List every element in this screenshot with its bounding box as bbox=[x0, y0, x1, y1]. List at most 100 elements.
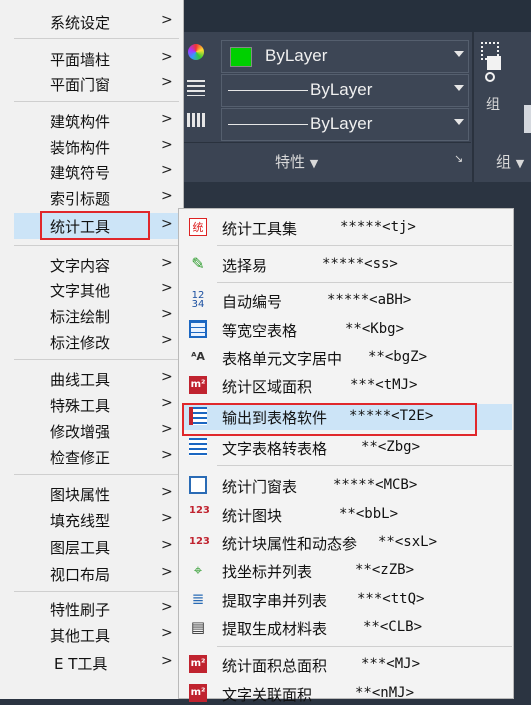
submenu-item-biaogedanyuanwenzijuzhong[interactable]: 表格单元文字居中 bbox=[222, 348, 342, 369]
menu-item-tianchongxianxing[interactable]: 填充线型 bbox=[50, 510, 110, 531]
chevron-right-icon: > bbox=[161, 447, 173, 463]
shortcut-label: **<bbL> bbox=[339, 506, 399, 522]
submenu-item-tiqushengchengcailiaobiao[interactable]: 提取生成材料表 bbox=[222, 618, 327, 639]
area-stats-icon: m² bbox=[189, 376, 207, 394]
chevron-down-icon bbox=[454, 85, 464, 91]
shortcut-label: ***<MJ> bbox=[361, 656, 421, 672]
chevron-right-icon: > bbox=[161, 49, 173, 65]
submenu-item-tongjitukuai[interactable]: 统计图块 bbox=[222, 505, 282, 526]
submenu-item-tongjiquyumianji[interactable]: 统计区域面积 bbox=[222, 376, 312, 397]
chevron-right-icon: > bbox=[161, 332, 173, 348]
menu-item-xitongsheding[interactable]: 系统设定 bbox=[50, 12, 110, 33]
submenu-item-dengkuankongbiaoge[interactable]: 等宽空表格 bbox=[222, 320, 297, 341]
menu-item-jianchaxiuzheng[interactable]: 检查修正 bbox=[50, 447, 110, 468]
menu-item-wenzineirong[interactable]: 文字内容 bbox=[50, 255, 110, 276]
select-easy-icon: ✎ bbox=[191, 254, 205, 273]
shortcut-label: **<Kbg> bbox=[345, 321, 405, 337]
chevron-down-icon: ▼ bbox=[309, 157, 319, 170]
submenu-item-wenzibiaogezhuanbiaoge[interactable]: 文字表格转表格 bbox=[222, 438, 327, 459]
submenu-item-tongjikuaishuxing[interactable]: 统计块属性和动态参 bbox=[222, 533, 357, 554]
ribbon-tab-strip bbox=[184, 0, 531, 32]
group-panel-label[interactable]: 组 ▼ bbox=[496, 151, 524, 172]
submenu-item-tongjimenchuangbiao[interactable]: 统计门窗表 bbox=[222, 476, 297, 497]
linetype-dropdown[interactable]: ByLayer bbox=[221, 74, 469, 107]
color-wheel-icon[interactable] bbox=[188, 44, 204, 60]
shortcut-label: **<CLB> bbox=[363, 619, 423, 635]
submenu-item-tongjimianjizongmianji[interactable]: 统计面积总面积 bbox=[222, 655, 327, 676]
menu-item-biaozhuhuizhi[interactable]: 标注绘制 bbox=[50, 306, 110, 327]
menu-item-tukuaishuxing[interactable]: 图块属性 bbox=[50, 484, 110, 505]
chevron-right-icon: > bbox=[161, 421, 173, 437]
lineweight-dropdown[interactable]: ByLayer bbox=[221, 108, 469, 141]
menu-item-pingmianqiangzhu[interactable]: 平面墙柱 bbox=[50, 49, 110, 70]
door-window-icon bbox=[189, 476, 207, 494]
menu-item-jianzhugoujian[interactable]: 建筑构件 bbox=[50, 111, 110, 132]
menu-item-suoyinbiaoti[interactable]: 索引标题 bbox=[50, 188, 110, 209]
cell-center-icon: ᴬA bbox=[191, 350, 205, 363]
menu-item-shikoubuju[interactable]: 视口布局 bbox=[50, 564, 110, 585]
submenu-item-tongjigongjuji[interactable]: 统计工具集 bbox=[222, 218, 297, 239]
chevron-right-icon: > bbox=[161, 537, 173, 553]
menu-item-qitagongju[interactable]: 其他工具 bbox=[50, 625, 110, 646]
chevron-right-icon: > bbox=[161, 188, 173, 204]
linetype-line bbox=[228, 90, 308, 91]
color-value: ByLayer bbox=[265, 46, 328, 65]
shortcut-label: *****<aBH> bbox=[327, 292, 412, 308]
properties-panel-label[interactable]: 特性 ▼ bbox=[275, 151, 318, 172]
shortcut-label: *****<MCB> bbox=[333, 477, 418, 493]
group-button-label[interactable]: 组 bbox=[486, 94, 500, 114]
submenu-item-zhaozuobiaobingliebiao[interactable]: 找坐标并列表 bbox=[222, 561, 312, 582]
chevron-right-icon: > bbox=[161, 369, 173, 385]
submenu-item-zidongbianhao[interactable]: 自动编号 bbox=[222, 291, 282, 312]
submenu-item-tiquzichuanbingliebiao[interactable]: 提取字串并列表 bbox=[222, 590, 327, 611]
submenu-item-xuanzeyi[interactable]: 选择易 bbox=[222, 255, 267, 276]
chevron-right-icon: > bbox=[161, 564, 173, 580]
menu-divider bbox=[14, 38, 179, 39]
menu-divider bbox=[14, 359, 179, 360]
menu-divider bbox=[14, 591, 179, 592]
shortcut-label: **<bgZ> bbox=[368, 349, 428, 365]
menu-item-xiugaizengqiang[interactable]: 修改增强 bbox=[50, 421, 110, 442]
menu-divider bbox=[14, 245, 179, 246]
chevron-down-icon: ▼ bbox=[515, 157, 525, 170]
text-link-area-icon: m² bbox=[189, 684, 207, 702]
menu-item-wenziqita[interactable]: 文字其他 bbox=[50, 280, 110, 301]
shortcut-label: **<Zbg> bbox=[361, 439, 421, 455]
menu-item-quxiangongju[interactable]: 曲线工具 bbox=[50, 369, 110, 390]
menu-item-texingshuazi[interactable]: 特性刷子 bbox=[50, 599, 110, 620]
shortcut-label: *****<ss> bbox=[322, 256, 398, 272]
menu-divider bbox=[14, 101, 179, 102]
panel-launcher-icon[interactable]: ↘ bbox=[454, 152, 463, 165]
color-dropdown[interactable]: ByLayer bbox=[221, 40, 469, 73]
group-icon[interactable] bbox=[479, 42, 505, 82]
chevron-right-icon: > bbox=[161, 510, 173, 526]
submenu-item-wenziguanlianmianji[interactable]: 文字关联面积 bbox=[222, 684, 312, 705]
tongji-tool-icon: 统 bbox=[189, 218, 207, 236]
menu-item-zhuangshigoujian[interactable]: 装饰构件 bbox=[50, 137, 110, 158]
menu-item-teshugongju[interactable]: 特殊工具 bbox=[50, 395, 110, 416]
total-area-icon: m² bbox=[189, 655, 207, 673]
ribbon-side-button[interactable] bbox=[524, 105, 531, 133]
menu-item-et-tools[interactable]: E T工具 bbox=[54, 653, 107, 674]
menu-item-jianzhufuhao[interactable]: 建筑符号 bbox=[50, 162, 110, 183]
menu-item-pingmianmenchuang[interactable]: 平面门窗 bbox=[50, 74, 110, 95]
shortcut-label: ***<ttQ> bbox=[357, 591, 425, 607]
block-count-icon: 123 bbox=[189, 505, 210, 516]
panel-divider bbox=[472, 32, 474, 182]
menu-item-biaozhuxiugai[interactable]: 标注修改 bbox=[50, 332, 110, 353]
menu-item-tucenggongju[interactable]: 图层工具 bbox=[50, 537, 110, 558]
chevron-right-icon: > bbox=[161, 280, 173, 296]
chevron-right-icon: > bbox=[161, 137, 173, 153]
menu-divider bbox=[217, 646, 512, 647]
linetype-icon[interactable] bbox=[187, 80, 205, 96]
left-menu: 系统设定 > 平面墙柱 > 平面门窗 > 建筑构件 > 装饰构件 > 建筑符号 … bbox=[0, 0, 184, 699]
text-to-table-icon bbox=[189, 438, 207, 456]
color-swatch bbox=[230, 47, 252, 67]
chevron-right-icon: > bbox=[161, 12, 173, 28]
panel-divider bbox=[184, 142, 471, 143]
linetype-value: ByLayer bbox=[310, 80, 373, 99]
menu-divider bbox=[14, 474, 179, 475]
selected-menu-highlight-box bbox=[40, 211, 150, 240]
lineweight-icon[interactable] bbox=[187, 113, 205, 127]
chevron-right-icon: > bbox=[161, 255, 173, 271]
